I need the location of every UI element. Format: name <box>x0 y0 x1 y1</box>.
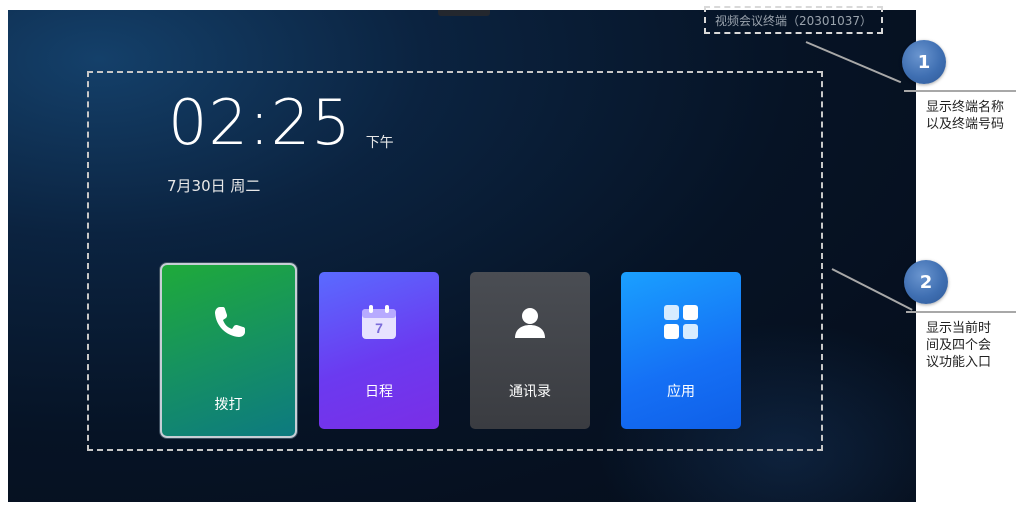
dial-label: 拨打 <box>214 397 243 413</box>
callout-2-text: 显示当前时 间及四个会 议功能入口 <box>926 320 991 371</box>
apps-grid-icon <box>657 298 705 346</box>
date-weekday: 7月30日 周二 <box>167 177 261 195</box>
clock: 02:25 下午 <box>168 92 394 154</box>
terminal-name-label: 视频会议终端（20301037） <box>714 13 873 28</box>
dial-tile[interactable]: 拨打 <box>160 263 297 438</box>
schedule-label: 日程 <box>365 384 393 400</box>
callout-2-line-3: 议功能入口 <box>926 355 992 370</box>
callout-1-text: 显示终端名称 以及终端号码 <box>926 99 1004 133</box>
callout-1-line-2: 以及终端号码 <box>926 117 1005 132</box>
callout-2-badge: 2 <box>904 260 948 304</box>
callout-2-underline <box>906 311 1016 313</box>
callout-2-line-1: 显示当前时 <box>926 321 992 336</box>
clock-ampm: 下午 <box>365 135 394 151</box>
callout-1-underline <box>904 90 1016 92</box>
schedule-tile[interactable]: 7 日程 <box>319 272 439 429</box>
callout-2-line-2: 间及四个会 <box>926 338 992 353</box>
apps-label: 应用 <box>667 384 695 400</box>
terminal-name-number: 视频会议终端（20301037） <box>704 6 883 34</box>
callout-1-badge: 1 <box>902 40 946 84</box>
calendar-icon: 7 <box>355 298 403 346</box>
callout-1-number: 1 <box>917 51 931 73</box>
clock-time: 02:25 <box>168 86 352 159</box>
contacts-label: 通讯录 <box>509 384 551 400</box>
callout-1-line-1: 显示终端名称 <box>926 100 1005 115</box>
annotated-screenshot: 视频会议终端（20301037） 02:25 下午 7月30日 周二 拨打 7 … <box>0 0 1022 517</box>
apps-tile[interactable]: 应用 <box>621 272 741 429</box>
callout-2-number: 2 <box>919 271 933 293</box>
calendar-day: 7 <box>375 320 383 336</box>
contact-person-icon <box>506 298 554 346</box>
camera-notch <box>438 10 490 16</box>
contacts-tile[interactable]: 通讯录 <box>470 272 590 429</box>
phone-icon <box>205 299 253 347</box>
